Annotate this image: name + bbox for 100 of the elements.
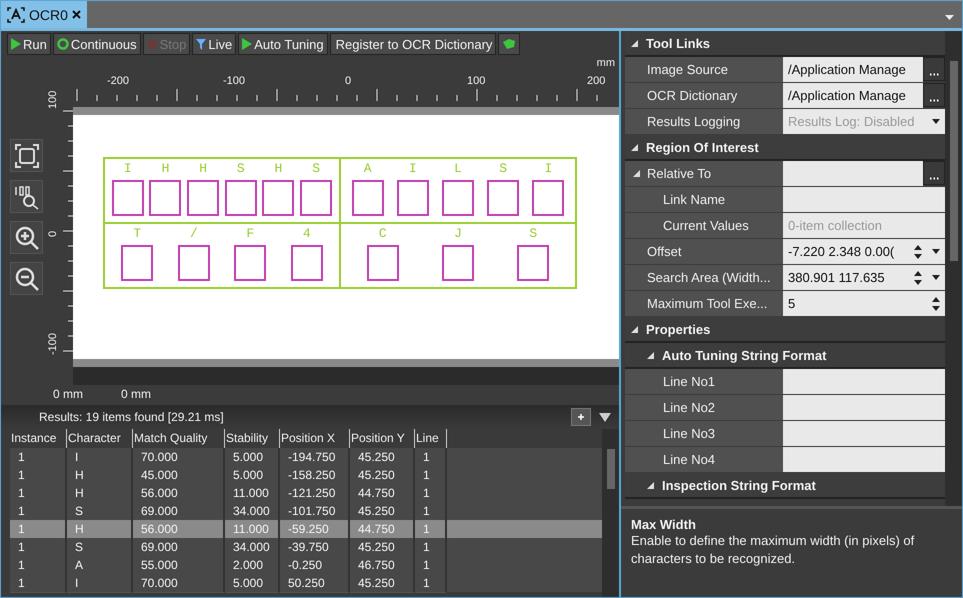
ruler-label: 100 [467, 75, 486, 87]
expander-icon[interactable] [631, 40, 638, 46]
property-value-field[interactable] [783, 369, 945, 394]
ruler-label: 200 [587, 75, 606, 87]
property-value-field[interactable]: 5 [783, 291, 927, 316]
table-row[interactable]: 1 H 56.000 11.000 -121.250 44.750 1 [10, 484, 602, 502]
stop-icon [146, 38, 158, 50]
expander-icon[interactable] [647, 352, 654, 358]
table-row[interactable]: 1 S 69.000 34.000 -101.750 45.250 1 [10, 502, 602, 520]
close-icon[interactable] [72, 10, 81, 19]
character-box [487, 180, 520, 216]
recognized-character-label: S [236, 162, 245, 176]
zoom-in-icon[interactable] [10, 221, 43, 254]
recognized-character-label: I [544, 162, 552, 176]
property-label: OCR Dictionary [625, 83, 783, 109]
toolbar-button[interactable] [498, 33, 520, 55]
recognized-character-label: 4 [302, 227, 311, 241]
ellipsis-icon [929, 72, 939, 76]
table-row[interactable]: 1 I 70.000 5.000 50.250 45.250 1 [10, 574, 602, 592]
document-tab[interactable]: OCR0 [1, 1, 87, 28]
table-cell: 50.250 [280, 574, 350, 593]
character-box [442, 180, 474, 216]
toolbar-button[interactable]: Run [7, 33, 51, 55]
character-box [121, 245, 154, 281]
expander-icon[interactable] [631, 144, 638, 150]
horizontal-scrollbar[interactable] [73, 367, 619, 385]
fit-view-button[interactable] [10, 139, 43, 172]
expander-icon[interactable] [631, 326, 638, 332]
character-box [442, 245, 474, 281]
description-title: Max Width [631, 517, 697, 532]
zoom-out-icon[interactable] [10, 262, 43, 295]
property-value-field[interactable] [783, 187, 945, 212]
property-value-field[interactable] [783, 447, 945, 472]
character-box [352, 180, 384, 216]
property-value-field[interactable] [783, 395, 945, 420]
table-row[interactable]: 1 H 45.000 5.000 -158.250 45.250 1 [10, 466, 602, 484]
expander-icon[interactable] [647, 482, 654, 488]
property-value-field[interactable]: /Application Manage [783, 57, 923, 82]
recognized-character-label: T [133, 227, 142, 241]
character-box [224, 180, 257, 216]
character-box [532, 180, 564, 216]
character-box [262, 180, 294, 216]
property-label: Image Source [625, 57, 783, 83]
property-value-field[interactable] [783, 161, 923, 186]
ruler-label: 100 [47, 90, 59, 109]
property-label: Current Values [625, 213, 783, 239]
recognized-character-label: F [246, 227, 254, 241]
ruler-label: -200 [107, 75, 130, 87]
property-label: Link Name [625, 187, 783, 213]
property-label: Results Logging [625, 109, 783, 135]
property-value-field[interactable] [783, 421, 945, 446]
table-cell: 1 [10, 574, 67, 593]
property-value-field[interactable]: -7.220 2.348 0.00( [783, 239, 909, 264]
recognized-character-label: L [454, 162, 462, 176]
character-box [234, 245, 266, 281]
expander-icon[interactable] [633, 170, 640, 177]
ellipsis-icon [929, 176, 939, 180]
spin-icon[interactable] [927, 291, 945, 316]
table-row[interactable]: 1 I 70.000 5.000 -194.750 45.250 1 [10, 448, 602, 466]
play-icon [242, 38, 252, 50]
property-value-field[interactable]: /Application Manage [783, 83, 923, 108]
ruler-label: 0 [345, 75, 352, 87]
toolbar-button[interactable]: Live [192, 33, 236, 55]
table-row[interactable]: 1 A 55.000 2.000 -0.250 46.750 1 [10, 556, 602, 574]
toolbar-button[interactable]: Auto Tuning [238, 33, 328, 55]
character-box [300, 180, 332, 216]
dropdown-arrow-icon[interactable] [599, 412, 611, 422]
add-button[interactable] [571, 408, 591, 426]
recognized-character-label: I [124, 162, 132, 176]
recognized-character-label: I [408, 162, 417, 176]
property-label: Line No1 [625, 369, 783, 395]
recognized-character-label: S [529, 227, 538, 241]
recognized-character-label: A [364, 162, 372, 176]
ocr-icon [7, 6, 25, 22]
vertical-scrollbar[interactable] [602, 429, 619, 597]
cycle-icon [56, 38, 69, 50]
actual-size-button[interactable] [10, 180, 43, 213]
character-box [366, 245, 399, 281]
character-box [178, 245, 210, 281]
coordinate-readout: 0 mm [121, 387, 151, 403]
recognized-character-label: J [454, 227, 462, 241]
vertical-scrollbar[interactable] [945, 31, 962, 506]
recognized-character-label: H [199, 162, 208, 176]
recognized-character-label: / [190, 227, 198, 241]
shape-icon [502, 39, 516, 49]
table-cell: 5.000 [225, 574, 280, 593]
property-value-field[interactable]: 380.901 117.635 [783, 265, 909, 290]
table-cell: 1 [415, 574, 447, 593]
plus-icon [578, 414, 584, 420]
character-box [290, 245, 323, 281]
character-box [149, 180, 182, 216]
toolbar-button[interactable]: Register to OCR Dictionary [330, 33, 496, 55]
recognized-character-label: S [499, 162, 508, 176]
coordinate-readout: 0 mm [53, 387, 83, 403]
results-summary: Results: 19 items found [29.21 ms] [39, 410, 224, 424]
property-label: Relative To [625, 161, 783, 187]
toolbar-button[interactable]: Continuous [52, 33, 141, 55]
table-row[interactable]: 1 S 69.000 34.000 -39.750 45.250 1 [10, 538, 602, 556]
character-box [396, 180, 429, 216]
character-box [517, 245, 550, 281]
